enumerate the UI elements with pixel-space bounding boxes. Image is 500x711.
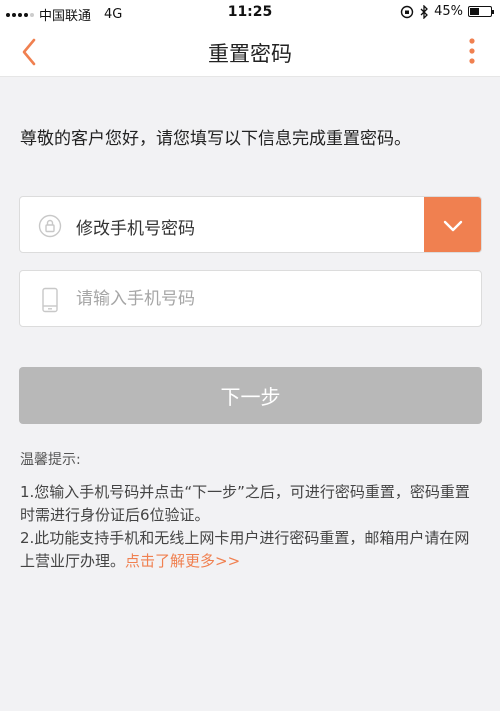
tips-line-2-text: 2.此功能支持手机和无线上网卡用户进行密码重置，邮箱用户请在网上营业厅办理。	[20, 529, 470, 570]
tips-title: 温馨提示:	[20, 452, 81, 468]
battery-percent: 45%	[434, 4, 463, 19]
phone-icon	[42, 287, 58, 313]
status-right: 45%	[400, 4, 494, 19]
phone-input[interactable]	[76, 283, 466, 315]
bluetooth-icon	[420, 4, 429, 19]
page-title: 重置密码	[208, 42, 292, 66]
tips-body: 1.您输入手机号码并点击“下一步”之后，可进行密码重置，密码重置时需进行身份证后…	[20, 481, 482, 573]
orientation-lock-icon	[400, 5, 414, 18]
more-button[interactable]	[462, 36, 482, 68]
battery-fill	[470, 8, 479, 15]
tips-line-1: 1.您输入手机号码并点击“下一步”之后，可进行密码重置，密码重置时需进行身份证后…	[20, 483, 470, 524]
battery-icon	[468, 6, 494, 17]
reset-type-select[interactable]: 修改手机号密码	[19, 196, 482, 253]
lock-icon	[38, 214, 62, 238]
tips-line-2: 2.此功能支持手机和无线上网卡用户进行密码重置，邮箱用户请在网上营业厅办理。点击…	[20, 527, 482, 573]
learn-more-link[interactable]: 点击了解更多>>	[125, 552, 240, 570]
dropdown-toggle[interactable]	[424, 197, 481, 252]
next-step-button[interactable]: 下一步	[19, 367, 482, 424]
status-bar: 中国联通 4G 11:25 45%	[0, 0, 500, 26]
intro-text: 尊敬的客户您好，请您填写以下信息完成重置密码。	[20, 129, 411, 149]
chevron-down-icon	[443, 220, 462, 231]
phone-field[interactable]	[19, 270, 482, 327]
reset-type-value: 修改手机号密码	[76, 219, 195, 239]
more-vertical-icon	[469, 38, 475, 64]
nav-bar: 重置密码	[0, 26, 500, 77]
